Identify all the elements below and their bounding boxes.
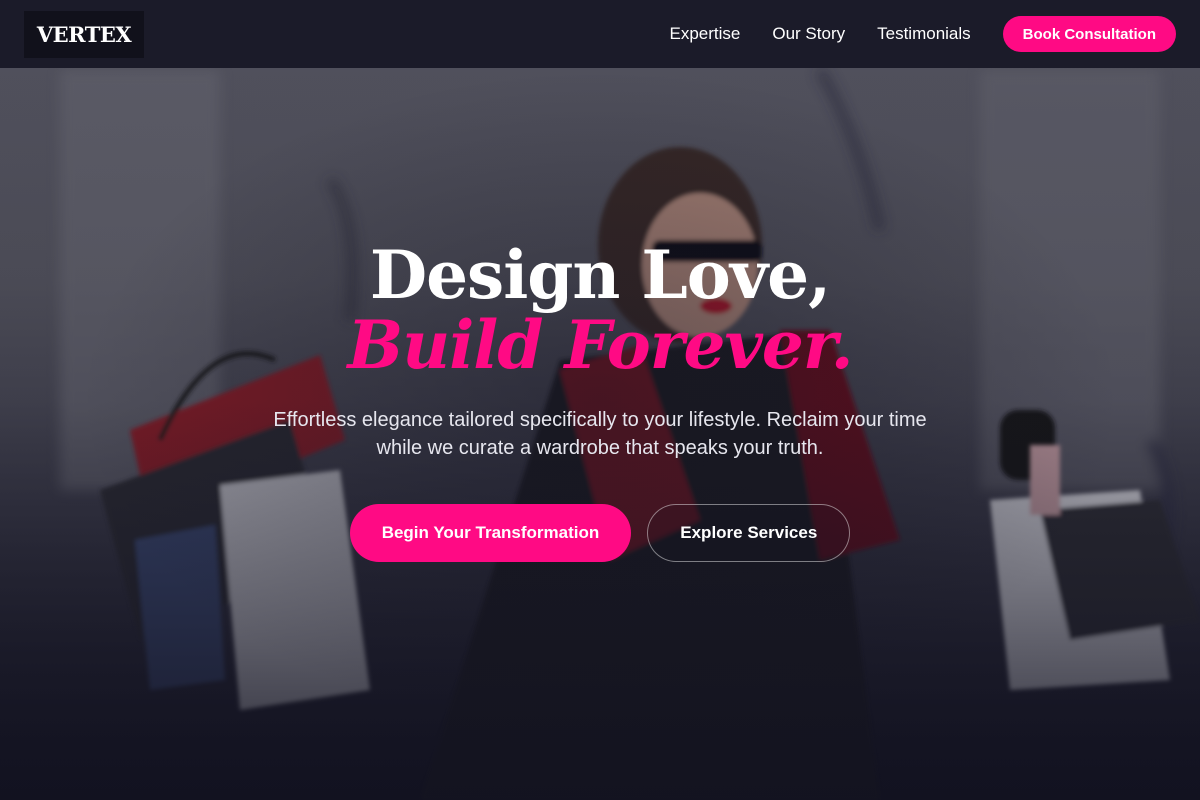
begin-transformation-button[interactable]: Begin Your Transformation: [349, 504, 632, 562]
hero-content: Design Love, Build Forever. Effortless e…: [0, 240, 1200, 562]
book-consultation-button[interactable]: Book Consultation: [1002, 16, 1176, 52]
nav-link-our-story[interactable]: Our Story: [772, 24, 845, 44]
top-navbar: VERTEX Expertise Our Story Testimonials …: [0, 0, 1200, 68]
hero-headline-line2: Build Forever.: [347, 306, 853, 384]
nav-link-testimonials[interactable]: Testimonials: [877, 24, 971, 44]
nav-links: Expertise Our Story Testimonials Book Co…: [670, 16, 1176, 52]
hero-headline: Design Love, Build Forever.: [347, 236, 853, 384]
explore-services-button[interactable]: Explore Services: [647, 504, 851, 562]
hero-subtitle: Effortless elegance tailored specificall…: [273, 409, 927, 459]
brand-logo[interactable]: VERTEX: [24, 10, 144, 58]
nav-link-expertise[interactable]: Expertise: [670, 24, 741, 44]
hero-headline-line1: Design Love,: [369, 236, 831, 314]
hero-cta-group: Begin Your Transformation Explore Servic…: [349, 504, 851, 562]
